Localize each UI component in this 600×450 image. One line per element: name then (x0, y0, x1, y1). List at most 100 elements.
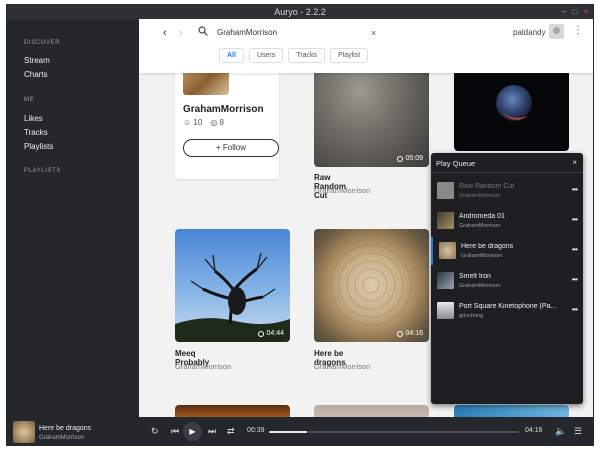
track-artist[interactable]: GrahamMorrison (314, 186, 370, 195)
filter-users[interactable]: Users (248, 48, 284, 63)
close-icon[interactable]: × (583, 5, 589, 19)
play-icon: ▶ (189, 427, 196, 436)
plus-icon: + (215, 143, 221, 152)
track-artwork[interactable]: 04:44 (175, 229, 290, 342)
queue-item-more-icon[interactable]: ••• (572, 275, 578, 284)
search-input[interactable] (217, 28, 367, 37)
track-artist[interactable]: GrahamMorrison (314, 362, 370, 371)
queue-item[interactable]: Andromeda 01 GrahamMorrison ••• (431, 207, 583, 235)
now-playing-artist[interactable]: GrahamMorrison (39, 435, 84, 441)
sidebar-item-stream[interactable]: Stream (7, 56, 50, 65)
avatar[interactable] (549, 24, 564, 39)
player-bar: Here be dragons GrahamMorrison ↻ ⏮ ▶ ⏭ ⇄… (7, 417, 593, 445)
track-artwork[interactable]: 05:09 (314, 59, 429, 167)
forward-arrow-icon[interactable]: › (179, 27, 183, 39)
clear-search-icon[interactable]: × (371, 28, 376, 38)
current-time: 00:39 (247, 427, 265, 434)
play-button[interactable]: ▶ (183, 422, 202, 441)
sidebar-item-charts[interactable]: Charts (7, 70, 48, 79)
clock-icon (397, 330, 404, 337)
queue-item-thumbnail (437, 182, 454, 199)
maximize-icon[interactable]: □ (572, 5, 578, 19)
queue-item[interactable]: Smelt Iron GrahamMorrison ••• (431, 267, 583, 295)
queue-item-title: Raw Random Cut (459, 183, 515, 190)
queue-item-thumbnail (437, 272, 454, 289)
app-window: Auryo - 2.2.2 – □ × DISCOVER Stream Char… (6, 4, 594, 446)
queue-item-thumbnail (437, 212, 454, 229)
sidebar-heading-me: ME (24, 97, 35, 103)
track-artwork-partial[interactable] (314, 405, 429, 417)
sidebar-heading-discover: DISCOVER (24, 40, 61, 46)
queue-item-title: Here be dragons (461, 243, 514, 250)
duration-badge: 05:09 (397, 155, 423, 162)
queue-item-artist: GrahamMorrison (461, 253, 503, 259)
queue-item-current[interactable]: Here be dragons GrahamMorrison ••• (431, 237, 583, 265)
title-bar: Auryo - 2.2.2 – □ × (7, 5, 593, 19)
sidebar: DISCOVER Stream Charts ME Likes Tracks P… (7, 19, 139, 417)
duration-badge: 04:44 (258, 330, 284, 337)
back-arrow-icon[interactable]: ‹ (163, 27, 167, 39)
queue-item-artist: gonchong (459, 313, 484, 319)
queue-item-title: Port Square Kinetophone (Pa... (459, 303, 557, 310)
now-playing-artwork[interactable] (13, 421, 35, 443)
next-track-icon[interactable]: ⏭ (208, 426, 216, 437)
followers-count: ☺ 10 (183, 118, 203, 127)
queue-item-artist: GrahamMorrison (459, 223, 501, 229)
stump-rings-graphic (330, 244, 412, 326)
duration-badge: 04:16 (397, 330, 423, 337)
people-icon: ☺ (183, 118, 192, 127)
track-artwork[interactable]: 04:16 (314, 229, 429, 342)
account-username[interactable]: paldandy (513, 28, 545, 37)
total-time: 04:16 (525, 427, 543, 434)
user-result-card[interactable]: GrahamMorrison ☺ 10 ◎ 8 + Follow (175, 59, 279, 179)
track-artist[interactable]: GrahamMorrison (175, 362, 231, 371)
clock-icon (397, 155, 404, 162)
window-controls: – □ × (561, 5, 589, 19)
play-queue-panel: Play Queue × Raw Random Cut GrahamMorris… (431, 153, 583, 404)
play-queue-title: Play Queue (436, 159, 476, 168)
window-title: Auryo - 2.2.2 (274, 7, 326, 17)
tracks-icon: ◎ (210, 118, 218, 127)
queue-item[interactable]: Port Square Kinetophone (Pa... gonchong … (431, 297, 583, 325)
track-count: ◎ 8 (210, 118, 224, 127)
track-artwork-partial[interactable] (175, 405, 290, 417)
search-icon (198, 26, 208, 36)
seek-bar[interactable] (269, 431, 519, 433)
queue-item-artist: GrahamMorrison (459, 193, 501, 199)
shuffle-icon[interactable]: ⇄ (227, 426, 235, 437)
tree-artwork-graphic (175, 252, 290, 342)
now-playing-title[interactable]: Here be dragons (39, 425, 91, 432)
sidebar-heading-playlists: PLAYLISTS (24, 168, 61, 174)
queue-item-thumbnail (439, 242, 456, 259)
volume-icon[interactable]: 🔈 (555, 426, 566, 437)
queue-item-more-icon[interactable]: ••• (572, 305, 578, 314)
close-queue-icon[interactable]: × (572, 158, 577, 167)
queue-item-artist: GrahamMorrison (459, 283, 501, 289)
repeat-icon[interactable]: ↻ (151, 426, 159, 437)
user-name: GrahamMorrison (183, 104, 264, 115)
seek-bar-fill (269, 431, 307, 433)
filter-playlist[interactable]: Playlist (329, 48, 369, 63)
filter-all[interactable]: All (219, 48, 244, 63)
minimize-icon[interactable]: – (561, 5, 567, 19)
sidebar-item-playlists[interactable]: Playlists (7, 142, 53, 151)
sidebar-item-tracks[interactable]: Tracks (7, 128, 48, 137)
queue-item-more-icon[interactable]: ••• (572, 245, 578, 254)
clock-icon (258, 330, 265, 337)
sidebar-item-likes[interactable]: Likes (7, 114, 43, 123)
track-artwork-partial[interactable] (454, 405, 569, 417)
previous-track-icon[interactable]: ⏮ (171, 426, 179, 437)
queue-item-title: Andromeda 01 (459, 213, 505, 220)
queue-item-thumbnail (437, 302, 454, 319)
queue-item-more-icon[interactable]: ••• (572, 215, 578, 224)
queue-list-icon[interactable]: ☰ (574, 426, 582, 437)
play-queue-header: Play Queue × (431, 153, 583, 173)
queue-item-more-icon[interactable]: ••• (572, 185, 578, 194)
queue-item-title: Smelt Iron (459, 273, 491, 280)
search-filter-tabs: All Users Tracks Playlist (219, 48, 369, 63)
search-header: ‹ › × paldandy ⋮ All Users Tracks Playli… (139, 19, 593, 73)
follow-button[interactable]: + Follow (183, 139, 279, 157)
queue-item[interactable]: Raw Random Cut GrahamMorrison ••• (431, 177, 583, 205)
filter-tracks[interactable]: Tracks (288, 48, 325, 63)
more-options-icon[interactable]: ⋮ (573, 25, 583, 36)
